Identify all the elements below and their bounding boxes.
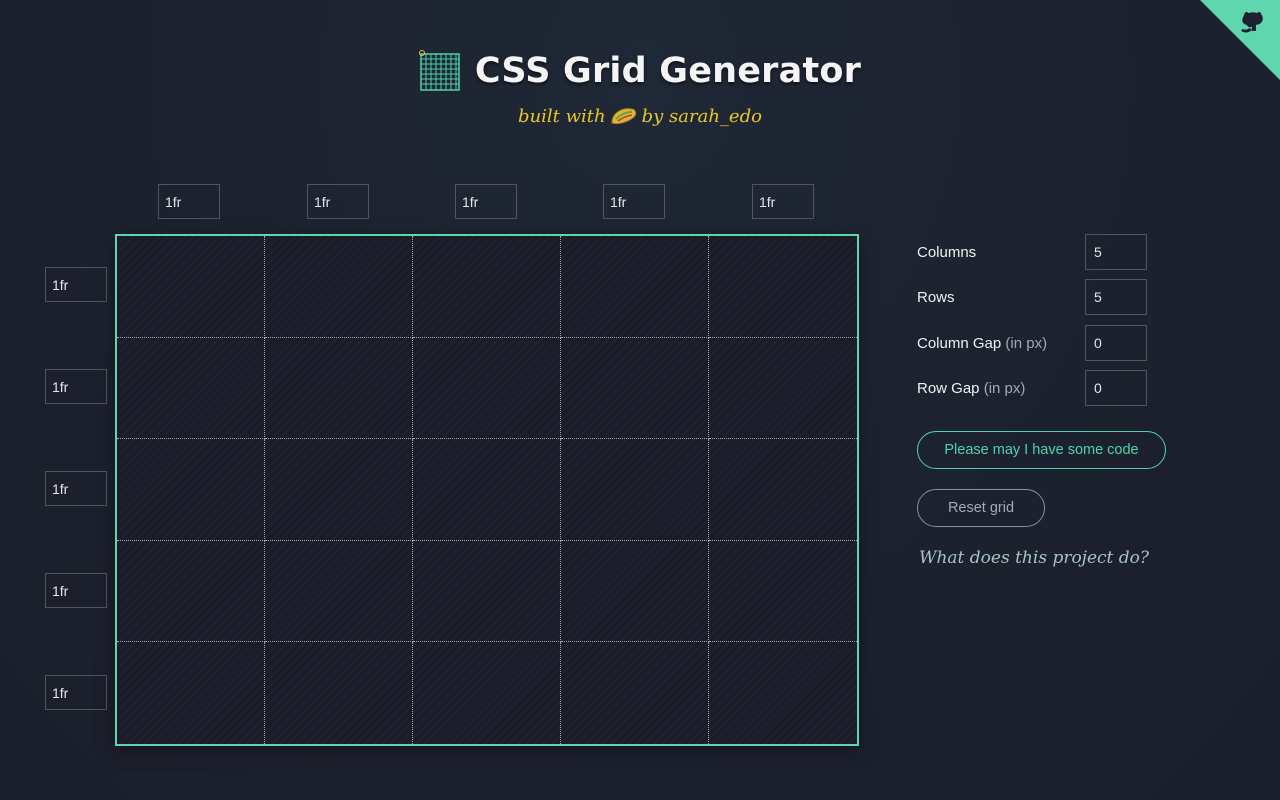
grid-cell[interactable] <box>265 642 413 744</box>
grid-cell[interactable] <box>413 337 561 440</box>
about-project-link[interactable]: What does this project do? <box>919 548 1149 568</box>
page-title: CSS Grid Generator <box>474 51 862 91</box>
grid-icon <box>418 50 461 92</box>
row-gap-label-text: Row Gap <box>917 379 980 397</box>
row-gap-label: Row Gap (in px) <box>917 380 1025 397</box>
grid-cell[interactable] <box>265 337 413 440</box>
grid-cell[interactable] <box>561 236 709 338</box>
grid-canvas[interactable] <box>115 234 859 746</box>
subtitle: built with by sarah_edo <box>518 105 762 127</box>
row-track-input-4[interactable] <box>45 573 107 608</box>
grid-cell[interactable] <box>413 642 561 744</box>
grid-cell[interactable] <box>117 236 265 338</box>
column-gap-input[interactable] <box>1085 325 1147 361</box>
subtitle-prefix: built with <box>518 105 606 127</box>
columns-control: Columns <box>917 234 1147 270</box>
grid-cell[interactable] <box>413 439 561 541</box>
grid-cell[interactable] <box>709 338 857 440</box>
get-code-button[interactable]: Please may I have some code <box>917 431 1166 469</box>
grid-cell[interactable] <box>561 439 709 541</box>
column-gap-hint: (in px) <box>1005 334 1048 352</box>
column-gap-label: Column Gap (in px) <box>917 335 1047 352</box>
row-track-input-5[interactable] <box>45 675 107 710</box>
grid-cell[interactable] <box>117 540 265 643</box>
grid-cell[interactable] <box>265 540 413 643</box>
grid-cell[interactable] <box>561 642 709 744</box>
grid-cell[interactable] <box>265 439 413 541</box>
grid-cell[interactable] <box>709 541 857 643</box>
row-gap-input[interactable] <box>1085 370 1147 406</box>
grid-cell[interactable] <box>709 642 857 744</box>
row-track-input-3[interactable] <box>45 471 107 506</box>
row-track-input-1[interactable] <box>45 267 107 302</box>
column-track-input-1[interactable] <box>158 184 220 219</box>
rows-control: Rows <box>917 279 1147 315</box>
grid-cell[interactable] <box>117 642 265 744</box>
column-gap-label-text: Column Gap <box>917 334 1002 352</box>
column-gap-control: Column Gap (in px) <box>917 325 1147 361</box>
row-gap-control: Row Gap (in px) <box>917 370 1147 406</box>
grid-cell[interactable] <box>709 439 857 541</box>
grid-cell[interactable] <box>413 540 561 643</box>
grid-cell[interactable] <box>117 439 265 541</box>
column-track-input-3[interactable] <box>455 184 517 219</box>
taco-icon <box>610 105 638 127</box>
title-row: CSS Grid Generator <box>418 50 862 92</box>
grid-cell[interactable] <box>117 337 265 440</box>
grid-cell[interactable] <box>709 236 857 338</box>
rows-label: Rows <box>917 288 955 306</box>
header: CSS Grid Generator built with by sarah_e… <box>0 50 1280 127</box>
grid-cell[interactable] <box>265 236 413 338</box>
row-gap-hint: (in px) <box>983 379 1026 397</box>
row-track-input-2[interactable] <box>45 369 107 404</box>
rows-input[interactable] <box>1085 279 1147 315</box>
grid-cell[interactable] <box>413 236 561 338</box>
columns-label: Columns <box>917 243 977 261</box>
subtitle-suffix: by sarah_edo <box>641 105 762 127</box>
grid-cell[interactable] <box>561 540 709 643</box>
grid-cell[interactable] <box>561 337 709 440</box>
columns-input[interactable] <box>1085 234 1147 270</box>
reset-grid-button[interactable]: Reset grid <box>917 489 1045 527</box>
column-track-input-2[interactable] <box>307 184 369 219</box>
column-track-input-4[interactable] <box>603 184 665 219</box>
column-track-input-5[interactable] <box>752 184 814 219</box>
